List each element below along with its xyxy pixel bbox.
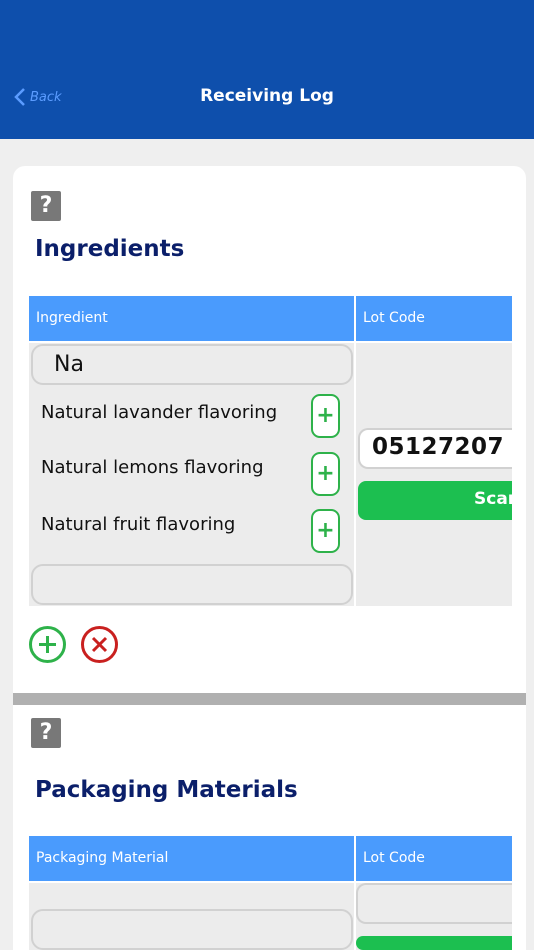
- ingredient-search-input[interactable]: Na: [31, 344, 353, 385]
- packaging-material-column-header: Packaging Material: [29, 836, 354, 881]
- suggestion-item[interactable]: Natural fruit flavoring: [41, 514, 235, 535]
- packaging-lot-code-input[interactable]: [356, 883, 512, 924]
- ingredients-card: ? Ingredients Ingredient Lot Code Na Nat…: [13, 166, 526, 693]
- suggestion-item[interactable]: Natural lemons flavoring: [41, 457, 264, 478]
- ingredient-search-value: Na: [54, 352, 84, 377]
- lot-code-input[interactable]: 05127207: [358, 428, 512, 469]
- close-icon: [91, 636, 108, 653]
- packaging-lot-code-column-header: Lot Code: [356, 836, 512, 881]
- app-header: Back Receiving Log: [0, 0, 534, 139]
- add-row-button[interactable]: [29, 626, 66, 663]
- packaging-material-input[interactable]: [31, 909, 353, 950]
- add-suggestion-button[interactable]: +: [311, 394, 340, 438]
- scan-button[interactable]: Scan: [358, 481, 512, 520]
- lot-code-column-header: Lot Code: [356, 296, 512, 341]
- page-title: Receiving Log: [200, 86, 334, 106]
- packaging-scan-button[interactable]: [356, 936, 512, 950]
- help-icon[interactable]: ?: [31, 718, 61, 748]
- help-icon[interactable]: ?: [31, 191, 61, 221]
- lot-code-column: [356, 343, 512, 606]
- add-suggestion-button[interactable]: +: [311, 452, 340, 496]
- ingredients-title: Ingredients: [35, 236, 185, 262]
- packaging-title: Packaging Materials: [35, 777, 298, 803]
- section-divider: [13, 693, 526, 705]
- plus-icon: [39, 636, 56, 653]
- ingredient-empty-input[interactable]: [31, 564, 353, 605]
- packaging-card: ? Packaging Materials Packaging Material…: [13, 705, 526, 950]
- lot-code-value: 05127207: [372, 434, 505, 460]
- add-suggestion-button[interactable]: +: [311, 509, 340, 553]
- remove-row-button[interactable]: [81, 626, 118, 663]
- scan-label: Scan: [474, 489, 512, 509]
- suggestion-item[interactable]: Natural lavander flavoring: [41, 402, 277, 423]
- ingredient-column-header: Ingredient: [29, 296, 354, 341]
